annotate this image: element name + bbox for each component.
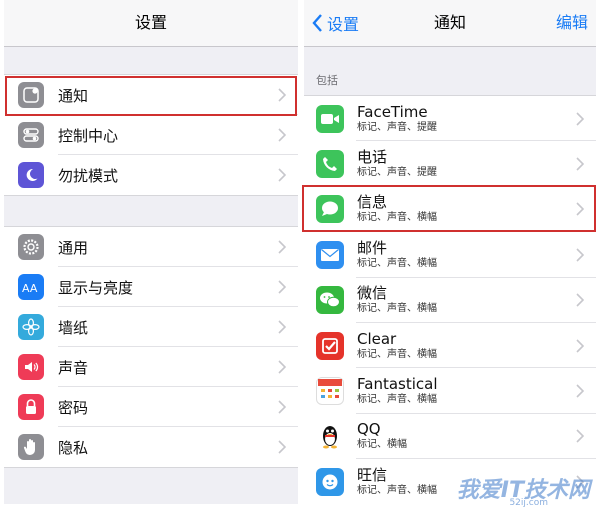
settings-group-2: 通用 AA 显示与亮度 墙纸 声音 密码 隐私 [4,226,298,468]
chevron-right-icon [278,128,286,142]
app-name: FaceTime [357,102,428,121]
wechat-icon [316,286,344,315]
qq-penguin-icon [316,422,344,451]
chevron-right-icon [576,202,584,217]
edit-button[interactable]: 编辑 [556,0,588,46]
chevron-right-icon [576,248,584,262]
chevron-right-icon [278,88,286,102]
settings-row-passcode[interactable]: 密码 [4,387,298,427]
display-icon: AA [18,274,44,300]
chevron-right-icon [278,168,286,182]
page-title: 设置 [134,13,167,32]
settings-row-wallpaper[interactable]: 墙纸 [4,307,298,347]
moon-icon [18,162,44,188]
app-alert-detail: 标记、声音、横幅 [357,484,437,496]
settings-row-control-center[interactable]: 控制中心 [4,115,298,155]
facetime-icon [316,104,344,133]
app-alert-detail: 标记、声音、横幅 [357,348,437,360]
app-alert-detail: 标记、声音、横幅 [357,303,437,315]
chevron-right-icon [576,339,584,353]
app-name: Clear [357,329,397,348]
app-alert-detail: 标记、声音、横幅 [357,257,437,269]
app-name: 电话 [357,148,388,167]
notification-app-list: FaceTime 标记、声音、提醒 电话 标记、声音、提醒 信息 标记、声音、横… [304,95,596,504]
chevron-right-icon [278,240,286,254]
app-alert-detail: 标记、声音、横幅 [357,212,437,224]
settings-row-label: 控制中心 [58,126,119,145]
settings-panel: 设置 通知 控制中心 勿扰模式 通用 AA 显示与亮度 墙纸 声音 密码 隐私 [4,0,298,504]
settings-row-label: 隐私 [58,438,89,457]
settings-row-do-not-disturb[interactable]: 勿扰模式 [4,155,298,195]
chevron-right-icon [278,280,286,294]
svg-text:AA: AA [22,282,38,294]
settings-row-label: 通用 [58,238,89,257]
notifications-icon [18,82,44,108]
control-center-icon [18,122,44,148]
settings-row-label: 通知 [58,86,89,105]
notifications-panel: 设置 通知 编辑 包括 FaceTime 标记、声音、提醒 电话 标记、声音、提… [304,0,596,504]
app-row-qq[interactable]: QQ 标记、横幅 [304,414,596,460]
settings-group-1: 通知 控制中心 勿扰模式 [4,74,298,196]
hand-icon [18,434,44,460]
app-row-mail[interactable]: 邮件 标记、声音、横幅 [304,232,596,278]
watermark-url: 52ij.com [509,498,548,508]
mail-icon [316,240,344,269]
notifications-navbar: 设置 通知 编辑 [304,0,596,47]
app-name: 邮件 [357,238,388,257]
settings-row-label: 显示与亮度 [58,278,134,297]
app-alert-detail: 标记、声音、提醒 [357,167,437,179]
app-name: 微信 [357,284,388,303]
settings-row-display[interactable]: AA 显示与亮度 [4,267,298,307]
settings-row-label: 勿扰模式 [58,166,119,185]
section-header-include: 包括 [316,74,338,87]
app-row-fantastical[interactable]: Fantastical 标记、声音、横幅 [304,368,596,414]
calendar-icon [316,377,344,406]
page-title: 通知 [433,13,466,32]
gear-icon [18,234,44,260]
app-row-phone[interactable]: 电话 标记、声音、提醒 [304,141,596,187]
app-name: Fantastical [357,375,438,394]
app-alert-detail: 标记、声音、提醒 [357,121,437,133]
chevron-right-icon [278,360,286,374]
settings-row-notifications[interactable]: 通知 [4,75,298,115]
chevron-right-icon [576,429,584,443]
chevron-right-icon [576,157,584,171]
wangxin-icon [316,467,344,496]
app-alert-detail: 标记、横幅 [357,439,407,451]
app-row-messages[interactable]: 信息 标记、声音、横幅 [304,187,596,233]
chevron-right-icon [278,440,286,454]
speaker-icon [18,354,44,380]
app-row-wechat[interactable]: 微信 标记、声音、横幅 [304,278,596,323]
settings-navbar: 设置 [4,0,298,47]
settings-row-general[interactable]: 通用 [4,227,298,267]
app-row-clear[interactable]: Clear 标记、声音、横幅 [304,323,596,369]
chevron-right-icon [278,400,286,414]
settings-row-privacy[interactable]: 隐私 [4,427,298,467]
settings-row-sounds[interactable]: 声音 [4,347,298,387]
app-name: 信息 [357,193,388,212]
settings-row-label: 声音 [58,358,89,377]
settings-row-label: 密码 [58,398,89,417]
app-name: 旺信 [357,465,388,484]
app-name: QQ [357,420,381,439]
clear-check-icon [316,331,344,360]
chevron-right-icon [576,384,584,398]
chevron-right-icon [576,293,584,307]
messages-icon [316,195,344,224]
settings-row-label: 墙纸 [58,318,89,337]
wallpaper-flower-icon [18,314,44,340]
app-alert-detail: 标记、声音、横幅 [357,394,437,406]
phone-icon [316,150,344,179]
lock-icon [18,394,44,420]
chevron-right-icon [278,320,286,334]
chevron-right-icon [576,112,584,126]
app-row-facetime[interactable]: FaceTime 标记、声音、提醒 [304,96,596,142]
